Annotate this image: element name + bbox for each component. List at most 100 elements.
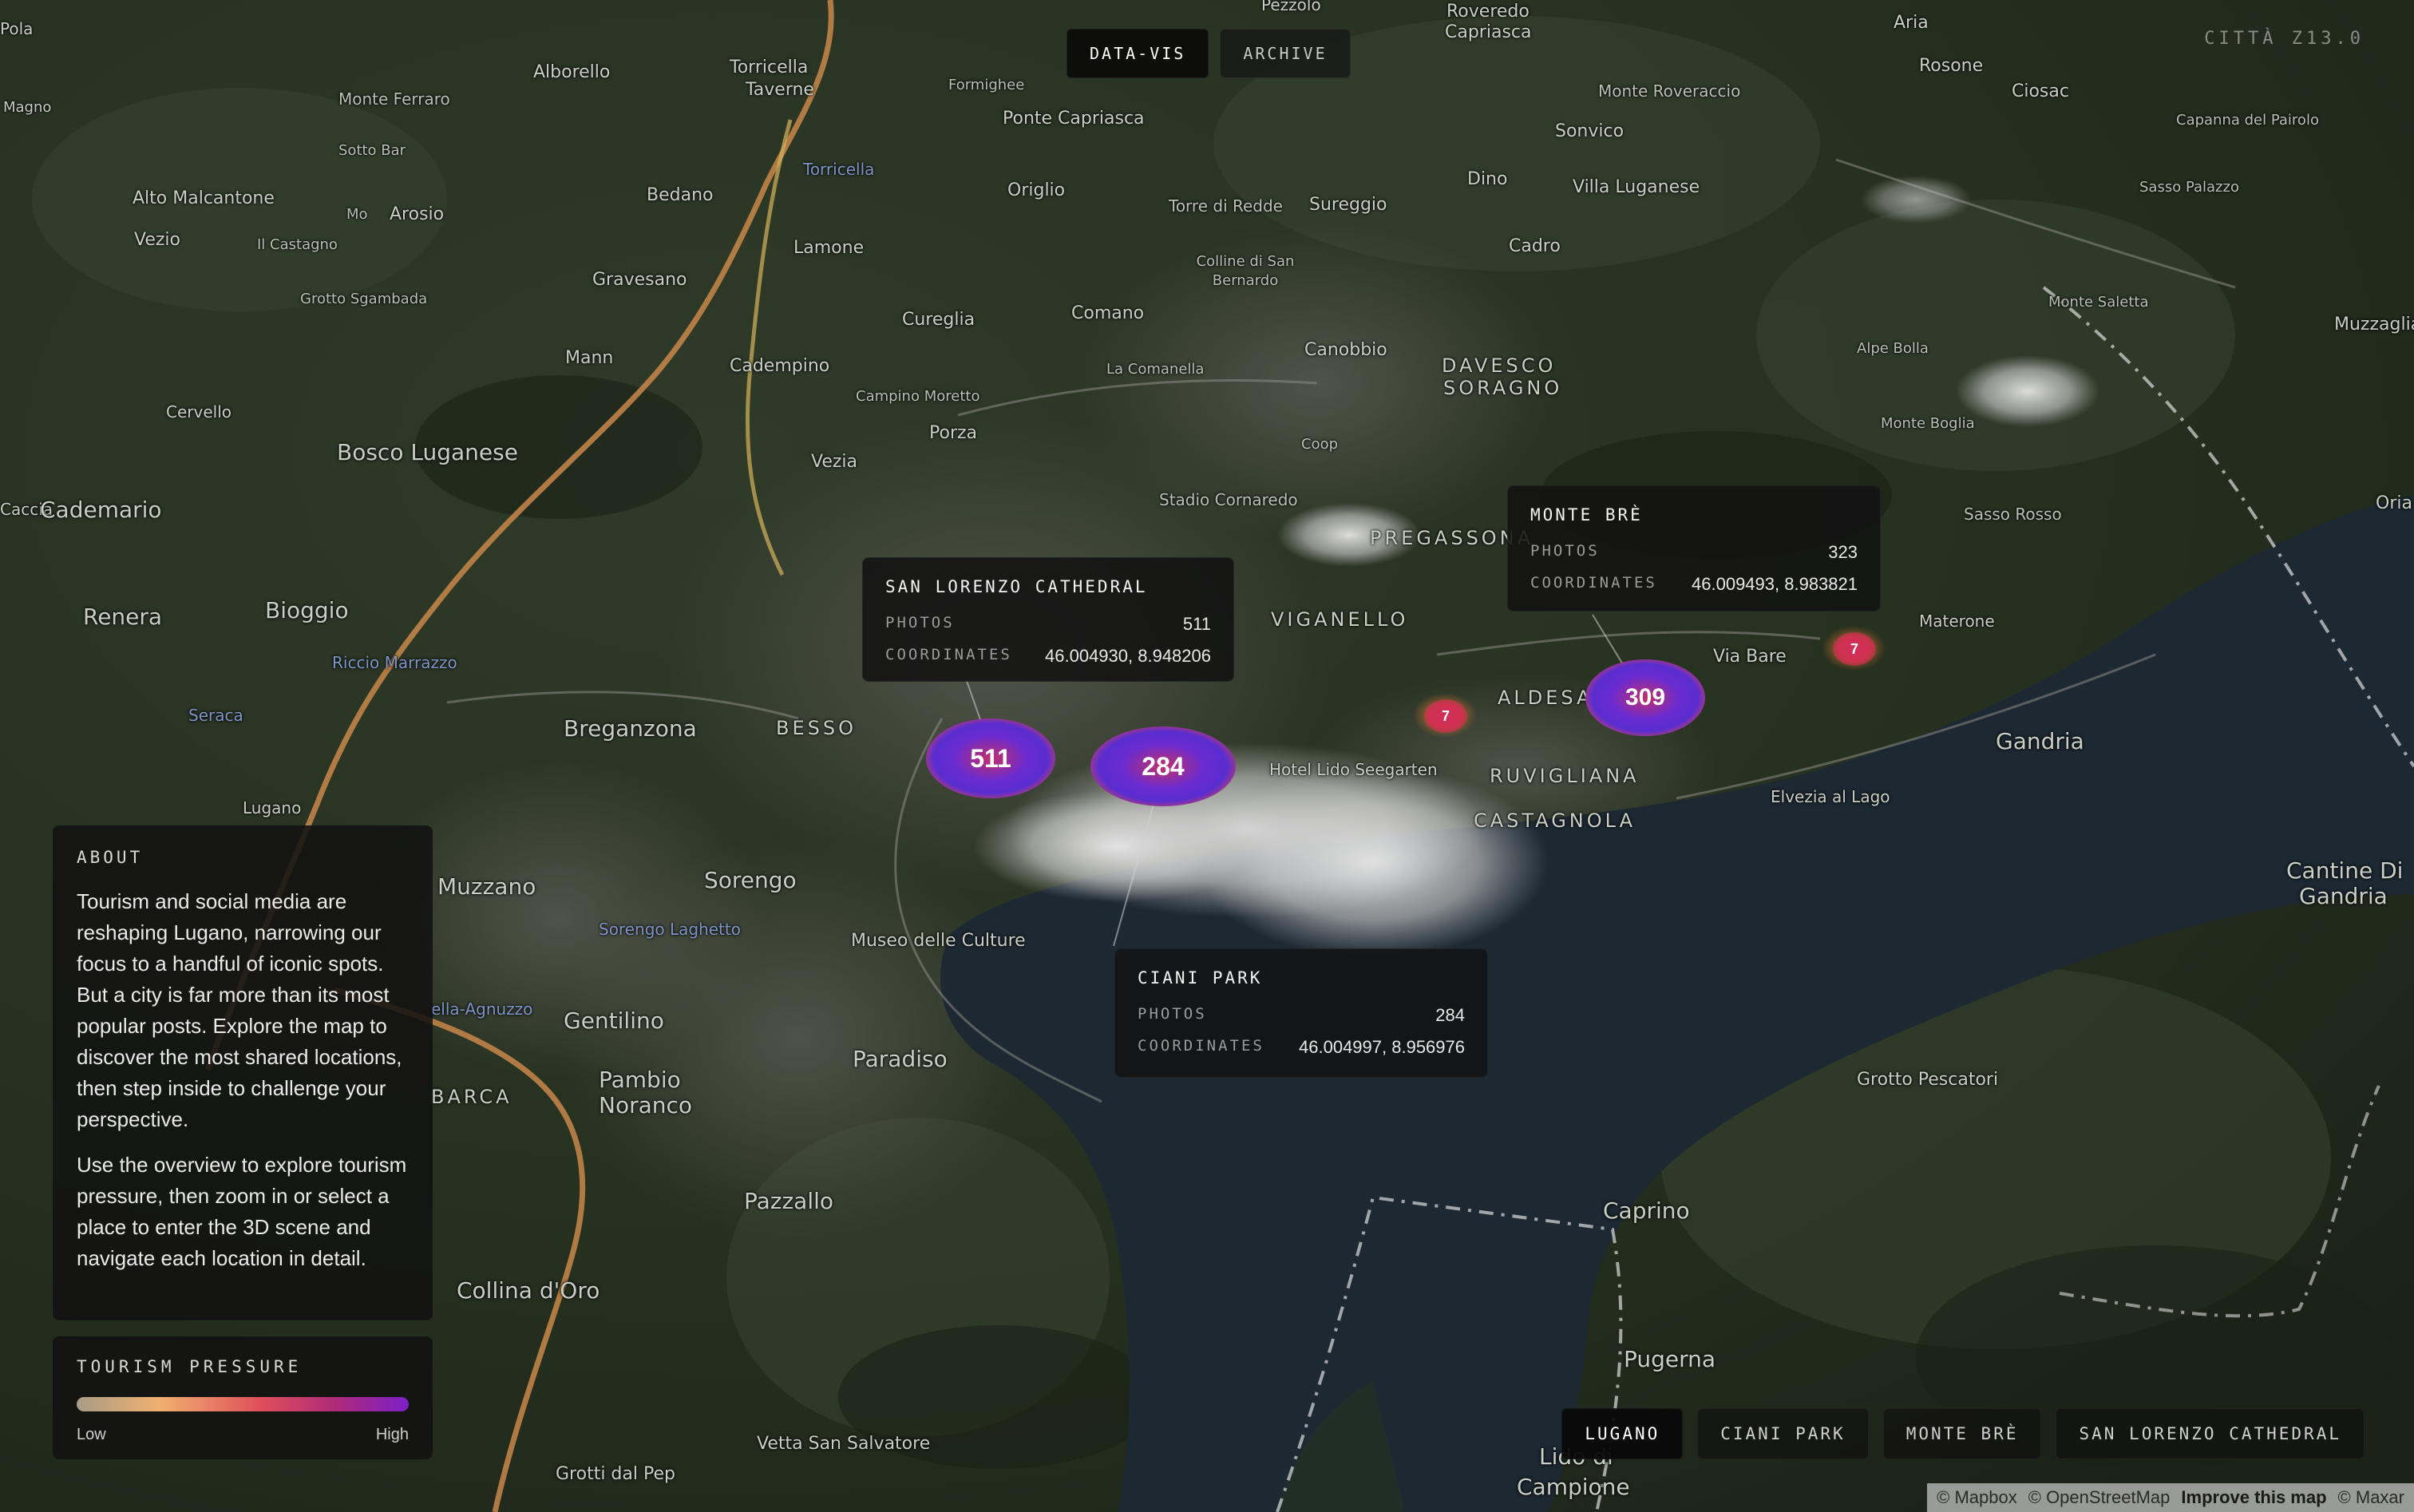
tooltip-photos-value: 323 [1828,542,1858,562]
about-paragraph: Tourism and social media are reshaping L… [77,889,402,1131]
place-label: Monte Ferraro [338,89,450,109]
location-button-monte-bre[interactable]: MONTE BRÈ [1882,1408,2042,1459]
place-label: Sureggio [1309,195,1387,215]
location-button-san-lorenzo[interactable]: SAN LORENZO CATHEDRAL [2056,1408,2365,1459]
place-label: Coop [1301,436,1339,453]
attribution-mapbox[interactable]: © Mapbox [1937,1487,2017,1508]
place-label: Roveredo [1446,2,1530,22]
place-label: Taverne [746,80,814,100]
place-label: Ciosac [2012,81,2069,101]
cluster-count: 7 [1850,640,1858,657]
place-label: Gentilino [564,1007,664,1034]
cluster-san-lorenzo[interactable]: 511 [926,718,1055,798]
place-label: Sotto Bar [338,142,406,159]
place-label: Muzzano [437,873,536,900]
place-label: Rosone [1919,56,1984,76]
cluster-small[interactable]: 7 [1833,632,1876,666]
place-label: VIGANELLO [1271,608,1409,631]
place-label: Formighee [948,77,1025,93]
place-label: Cantine Di [2286,857,2404,884]
place-label: Pezzolo [1261,0,1321,14]
attribution-osm[interactable]: © OpenStreetMap [2028,1487,2171,1508]
place-label: Villa Luganese [1573,177,1700,197]
place-label: Il Castagno [257,236,338,253]
place-label: Hotel Lido Seegarten [1269,760,1438,779]
tooltip-photos-label: PHOTOS [885,614,955,631]
place-label: Cademario [40,497,162,523]
legend-panel: TOURISM PRESSURE Low High [53,1336,433,1459]
place-label: Alpe Bolla [1857,340,1929,357]
place-label: Sorengo Laghetto [599,920,741,939]
place-label: BESSO [776,717,857,739]
place-label: DAVESCO [1442,354,1557,377]
place-label: Campione [1517,1474,1630,1500]
place-label: Bioggio [265,597,349,623]
place-label: Capriasca [1445,22,1532,42]
place-label: Gravesano [592,270,687,290]
nav-archive[interactable]: ARCHIVE [1220,29,1351,78]
tooltip-coords-value: 46.009493, 8.983821 [1692,574,1858,594]
tooltip-coords-value: 46.004930, 8.948206 [1045,646,1211,666]
place-label: Sasso Rosso [1964,505,2062,524]
place-label: CASTAGNOLA [1474,809,1636,832]
place-label: Magno [3,99,52,116]
place-label: Mo [346,206,368,223]
place-label: Bosco Luganese [337,439,518,465]
place-label: Porza [929,423,978,443]
place-label: Vetta San Salvatore [757,1434,931,1454]
place-label: Grotto Sgambada [300,291,428,307]
place-label: Bedano [647,185,714,205]
nav-data-vis[interactable]: DATA-VIS [1067,29,1209,78]
place-label: Capanna del Pairolo [2176,112,2319,129]
place-label: Cervello [166,402,232,422]
location-button-lugano[interactable]: LUGANO [1561,1408,1684,1459]
place-label: Paradiso [853,1046,948,1072]
place-label: Torricella [730,57,809,77]
place-label: Monte Saletta [2048,294,2149,311]
tooltip-san-lorenzo: SAN LORENZO CATHEDRAL PHOTOS 511 COORDINA… [862,557,1234,682]
cluster-monte-bre[interactable]: 309 [1585,659,1705,736]
place-label: Pambio [599,1067,681,1093]
place-label: Cureglia [902,310,975,330]
place-label: Pugerna [1624,1346,1716,1372]
place-label: Pazzallo [744,1188,834,1214]
place-label: Vezia [811,452,858,472]
tooltip-photos-value: 284 [1435,1005,1465,1025]
cluster-count: 7 [1441,707,1450,724]
cluster-small[interactable]: 7 [1424,699,1467,733]
legend-gradient-bar [77,1397,409,1411]
place-label: Grotti dal Pep [556,1464,675,1484]
place-label: Oria [2376,493,2412,513]
place-label: Seraca [188,706,243,725]
place-label: Collina d'Oro [457,1277,600,1304]
place-label: Muzzaglia [2334,315,2414,334]
tooltip-coords-label: COORDINATES [885,646,1012,663]
place-label: Riccio Marrazzo [332,653,457,672]
place-label: Museo delle Culture [851,931,1026,951]
place-label: Caprino [1603,1197,1690,1224]
place-label: Canobbio [1304,340,1387,360]
about-heading: ABOUT [77,848,144,867]
place-label: Origlio [1007,180,1066,200]
location-button-ciani-park[interactable]: CIANI PARK [1697,1408,1869,1459]
place-label: Breganzona [564,715,697,742]
place-label: La Comanella [1106,361,1205,378]
tooltip-title: CIANI PARK [1138,968,1263,988]
cluster-count: 284 [1142,751,1185,781]
tooltip-title: MONTE BRÈ [1530,505,1643,524]
improve-map-link[interactable]: Improve this map [2181,1487,2326,1508]
place-label: Gandria [1996,728,2084,754]
location-nav: LUGANO CIANI PARK MONTE BRÈ SAN LORENZO … [1561,1408,2365,1459]
cluster-count: 309 [1625,684,1666,710]
place-label: Monte Roveraccio [1598,81,1741,101]
place-label: Cadempino [730,356,830,376]
attribution-maxar[interactable]: © Maxar [2338,1487,2404,1508]
legend-title: TOURISM PRESSURE [77,1357,303,1376]
cluster-ciani[interactable]: 284 [1090,726,1236,806]
place-label: ella-Agnuzzo [431,999,533,1019]
place-label: Ponte Capriasca [1003,109,1145,129]
place-label: Vezio [134,230,180,250]
place-label: SORAGNO [1443,377,1563,399]
place-label: Sonvico [1555,121,1625,141]
place-label: Mann [565,348,614,368]
